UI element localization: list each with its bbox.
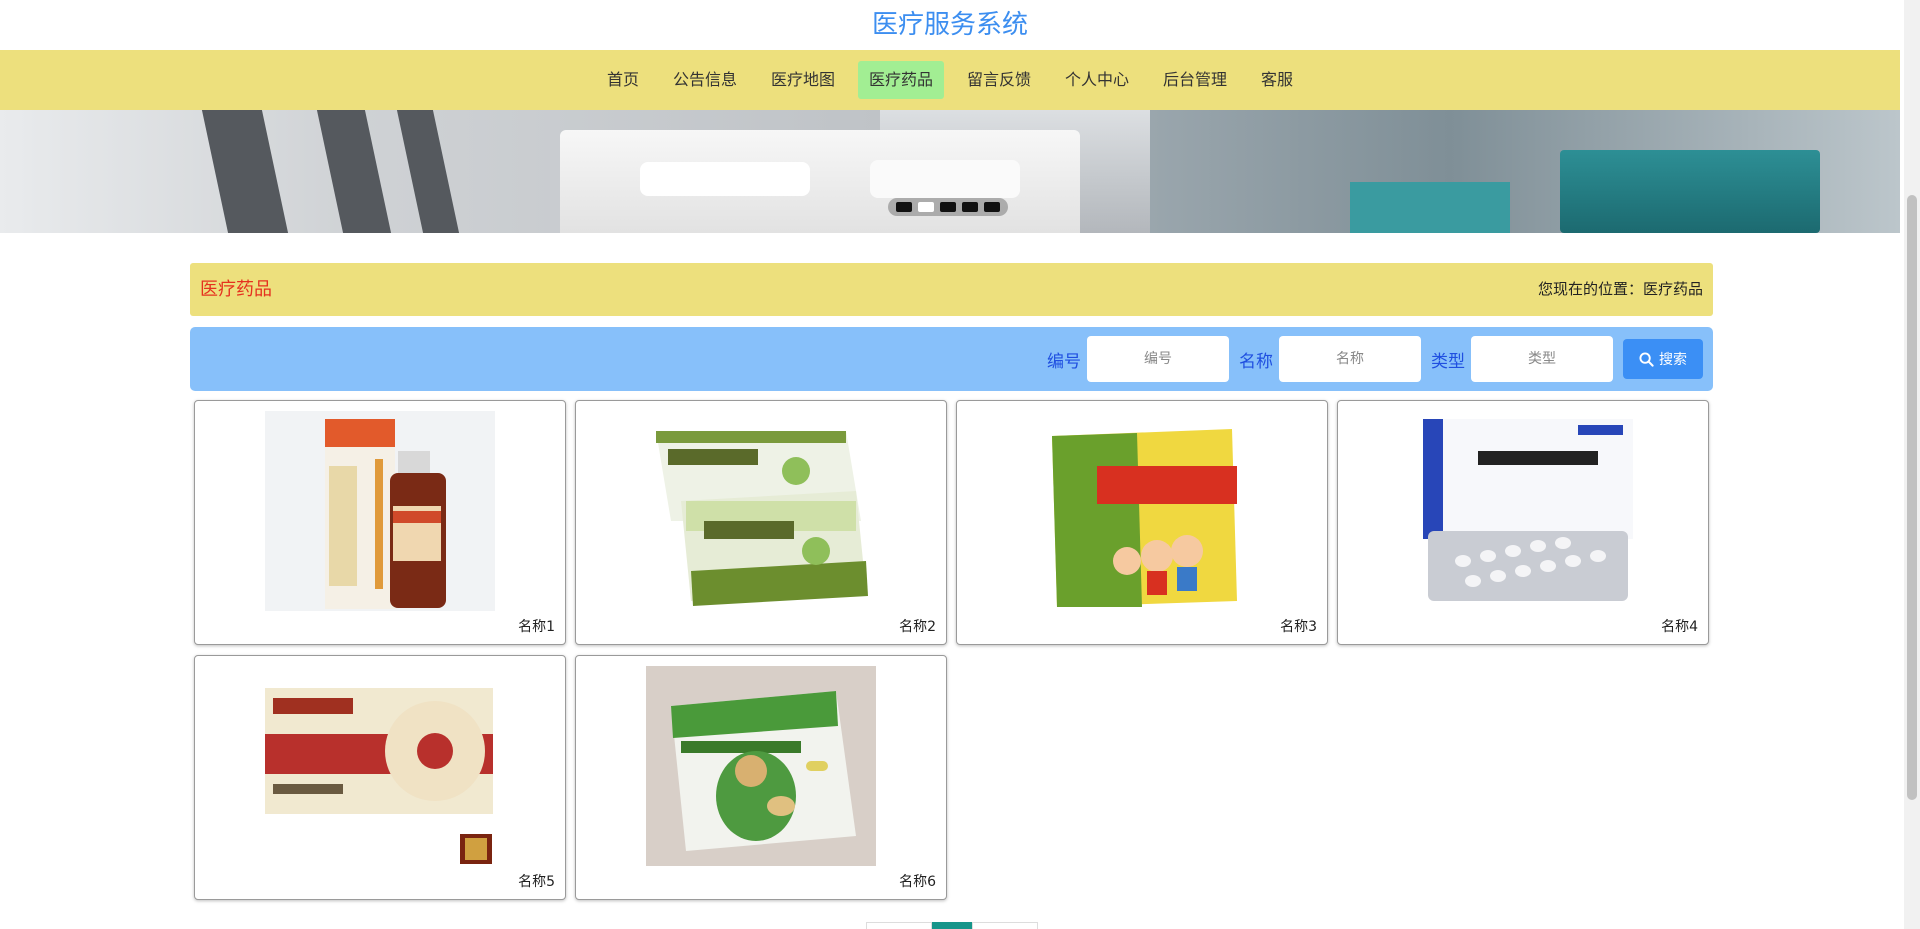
product-card[interactable]: 名称6: [575, 655, 947, 900]
code-input[interactable]: [1087, 336, 1229, 382]
product-image: [265, 666, 495, 866]
banner-image-towel: [640, 162, 810, 196]
carousel-dot[interactable]: [896, 202, 912, 212]
product-image: [1027, 411, 1257, 611]
pagination: [866, 922, 1038, 929]
breadcrumb: 医疗药品 您现在的位置：医疗药品: [190, 263, 1713, 316]
pagination-next-button[interactable]: [972, 922, 1038, 929]
product-image: [646, 411, 876, 611]
nav-item-profile[interactable]: 个人中心: [1054, 61, 1140, 99]
nav-item-medical-map[interactable]: 医疗地图: [760, 61, 846, 99]
name-label: 名称: [1239, 351, 1273, 372]
code-label: 编号: [1047, 351, 1081, 372]
product-image: [265, 411, 495, 611]
carousel-dot-active[interactable]: [918, 202, 934, 212]
product-name: 名称1: [518, 619, 555, 635]
nav-item-medicines[interactable]: 医疗药品: [857, 61, 944, 99]
nav-item-admin[interactable]: 后台管理: [1152, 61, 1238, 99]
carousel-dot[interactable]: [962, 202, 978, 212]
banner-image-towel: [870, 160, 1020, 198]
carousel-indicators: [888, 198, 1008, 216]
product-card[interactable]: 名称2: [575, 400, 947, 645]
search-bar: 编号 名称 类型 搜索: [190, 327, 1713, 391]
product-name: 名称3: [1280, 619, 1317, 635]
product-name: 名称4: [1661, 619, 1698, 635]
name-input[interactable]: [1279, 336, 1421, 382]
product-name: 名称5: [518, 874, 555, 890]
carousel-dot[interactable]: [984, 202, 1000, 212]
scrollbar-thumb[interactable]: [1907, 195, 1917, 800]
pagination-prev-button[interactable]: [866, 922, 932, 929]
product-card[interactable]: 名称5: [194, 655, 566, 900]
search-button[interactable]: 搜索: [1623, 339, 1703, 379]
search-button-label: 搜索: [1659, 352, 1687, 368]
search-row: 编号 名称 类型 搜索: [1037, 336, 1703, 382]
product-card[interactable]: 名称3: [956, 400, 1328, 645]
pagination-page-active[interactable]: [932, 922, 972, 929]
site-title: 医疗服务系统: [871, 10, 1028, 40]
banner-image-cabinet: [1350, 182, 1510, 233]
product-name: 名称2: [899, 619, 936, 635]
nav-item-home[interactable]: 首页: [596, 61, 650, 99]
page-scrollbar[interactable]: [1904, 0, 1920, 929]
nav-item-feedback[interactable]: 留言反馈: [956, 61, 1042, 99]
product-image: [1408, 411, 1638, 611]
carousel-dot[interactable]: [940, 202, 956, 212]
banner-image-cabinet: [1560, 150, 1820, 233]
section-title: 医疗药品: [200, 279, 272, 300]
product-card[interactable]: 名称1: [194, 400, 566, 645]
nav-list: 首页 公告信息 医疗地图 医疗药品 留言反馈 个人中心 后台管理 客服: [0, 50, 1900, 110]
type-label: 类型: [1431, 351, 1465, 372]
search-icon: [1639, 351, 1654, 367]
nav-item-announcements[interactable]: 公告信息: [662, 61, 748, 99]
product-image: [646, 666, 876, 866]
type-input[interactable]: [1471, 336, 1613, 382]
main-nav: 首页 公告信息 医疗地图 医疗药品 留言反馈 个人中心 后台管理 客服: [0, 50, 1900, 110]
product-card[interactable]: 名称4: [1337, 400, 1709, 645]
page: 医疗服务系统 首页 公告信息 医疗地图 医疗药品 留言反馈 个人中心 后台管理 …: [0, 0, 1900, 929]
current-location: 您现在的位置：医疗药品: [1537, 280, 1703, 298]
nav-item-customer-service[interactable]: 客服: [1250, 61, 1304, 99]
product-name: 名称6: [899, 874, 936, 890]
